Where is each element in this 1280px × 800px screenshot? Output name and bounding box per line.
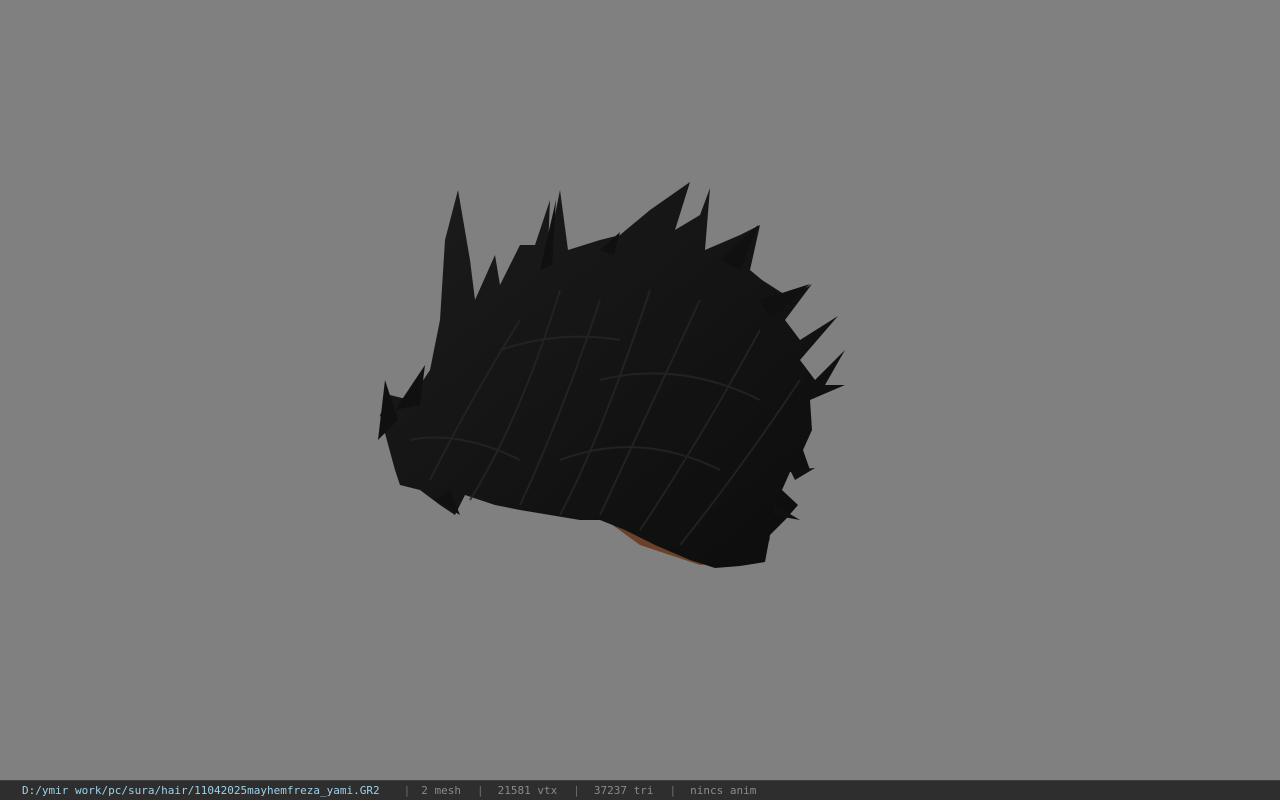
status-bar: D:/ymir work/pc/sura/hair/11042025mayhem… xyxy=(0,780,1280,800)
vertex-count: 21581 vtx xyxy=(497,784,558,797)
mesh-count: 2 mesh xyxy=(421,784,461,797)
3d-viewport[interactable] xyxy=(0,0,1280,780)
separator: | xyxy=(573,784,580,797)
animation-status: nincs anim xyxy=(690,784,757,797)
hair-model xyxy=(378,182,845,568)
separator: | xyxy=(477,784,484,797)
file-path: D:/ymir work/pc/sura/hair/11042025mayhem… xyxy=(22,784,380,797)
separator: | xyxy=(669,784,677,797)
triangle-count: 37237 tri xyxy=(593,784,654,797)
separator: | xyxy=(403,784,411,797)
